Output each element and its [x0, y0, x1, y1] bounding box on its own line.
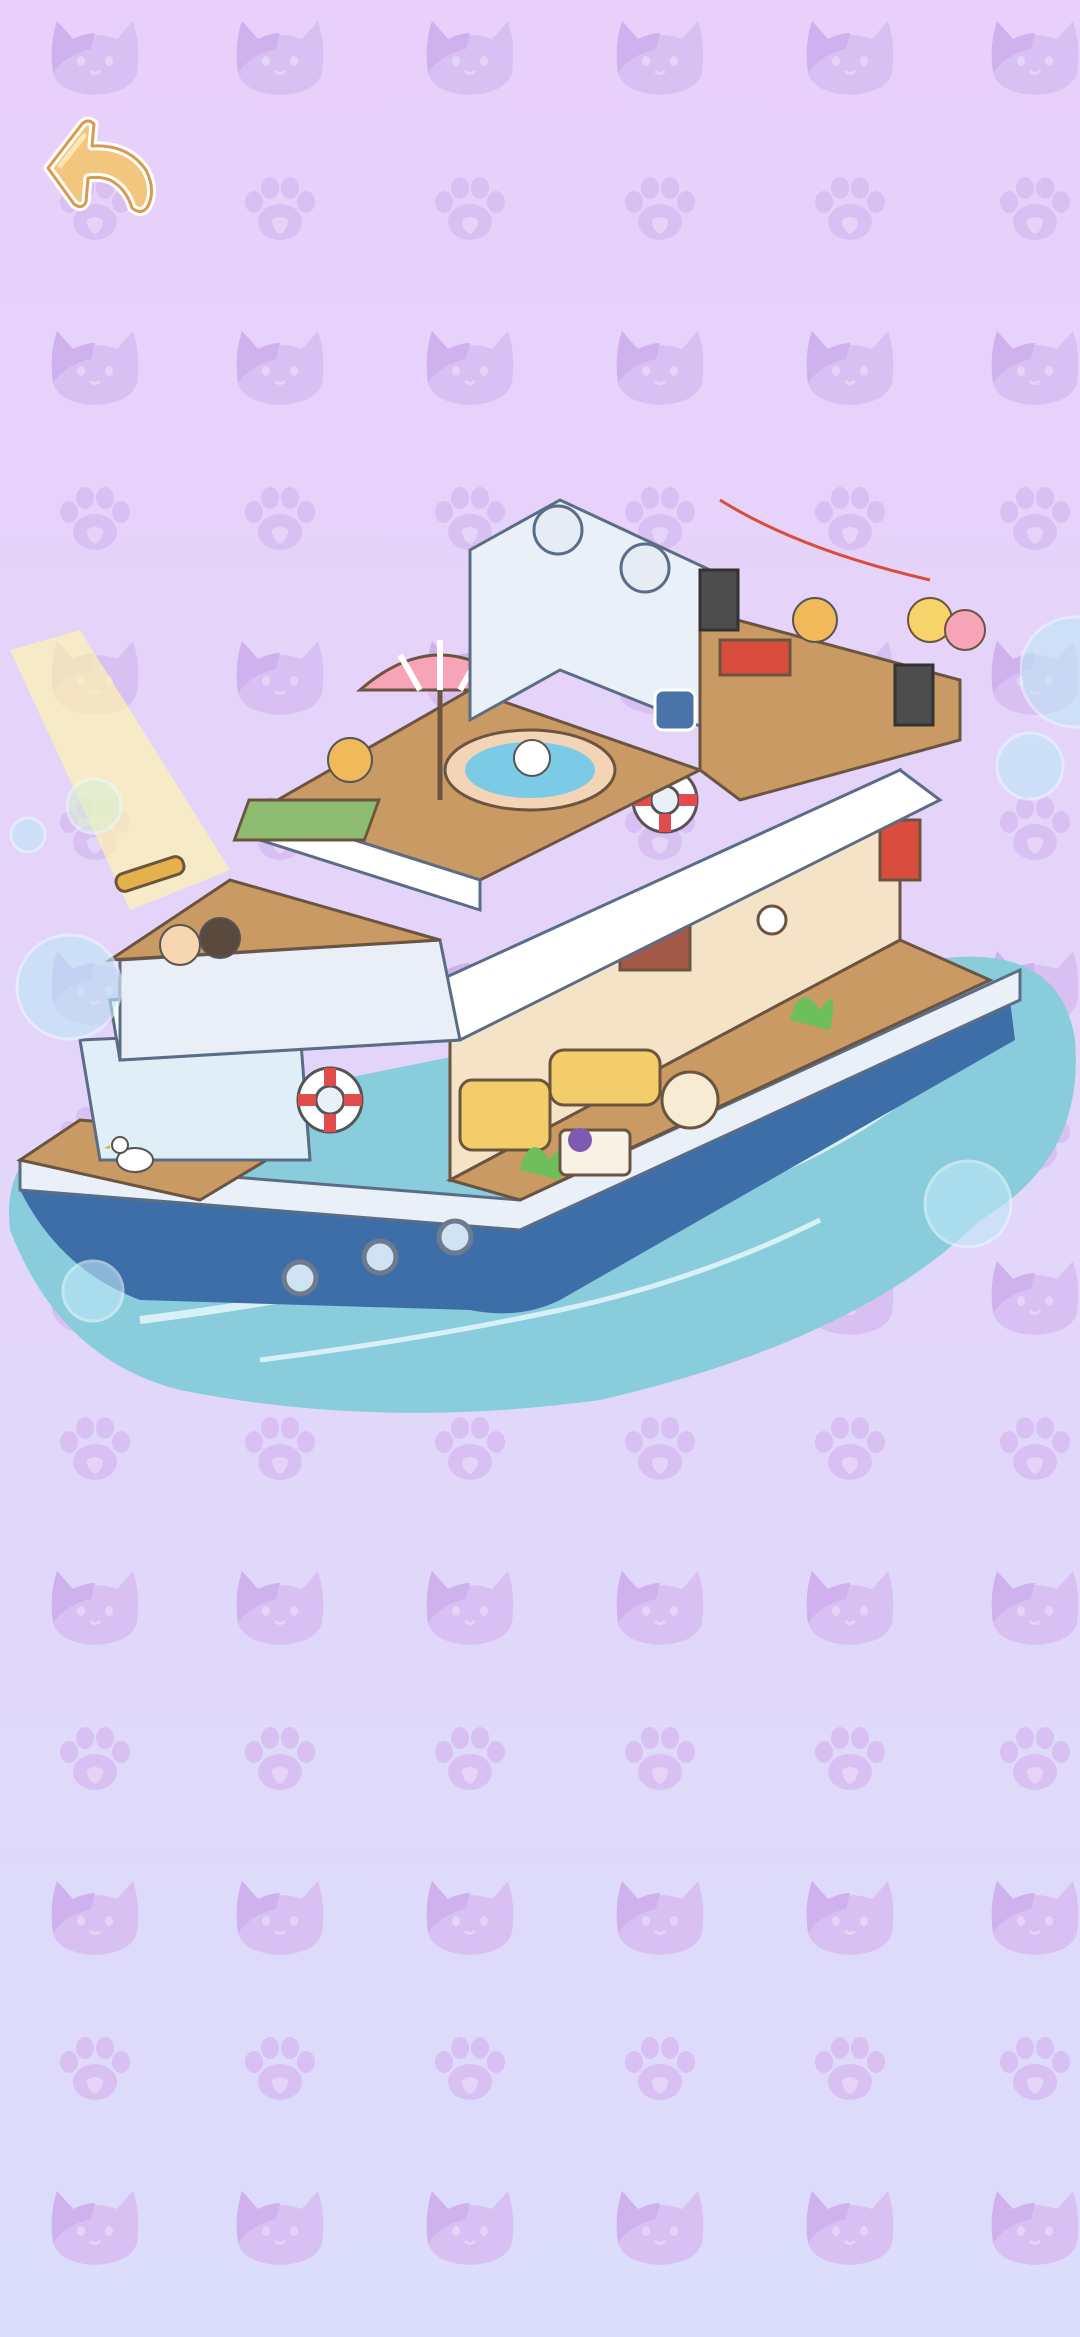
soap-bubble	[9, 816, 47, 854]
cat-face-icon	[425, 2189, 515, 2267]
cat-face-icon	[425, 329, 515, 407]
cat-face-icon	[990, 1879, 1080, 1957]
paw-print-icon	[625, 2037, 695, 2100]
cat-face-icon	[990, 1569, 1080, 1647]
soap-bubble	[15, 933, 123, 1041]
soap-bubble	[1020, 615, 1080, 729]
picnic-mat	[232, 798, 382, 842]
cat-face-icon	[235, 329, 325, 407]
cat-face-icon	[425, 1569, 515, 1647]
life-jacket	[878, 818, 922, 882]
back-arrow-icon	[43, 116, 156, 216]
paw-print-icon	[625, 177, 695, 240]
paw-print-icon	[815, 177, 885, 240]
paw-print-icon	[435, 2037, 505, 2100]
cat-face-icon	[990, 19, 1080, 97]
cat-face-icon	[425, 19, 515, 97]
cat-face-icon	[235, 1569, 325, 1647]
cat-face-icon	[615, 1569, 705, 1647]
sofa	[458, 1078, 552, 1152]
dj-cat	[792, 597, 838, 643]
cat-face-icon	[805, 2189, 895, 2267]
grill	[718, 638, 792, 677]
radar-dome	[532, 504, 584, 556]
orange-cat	[327, 737, 373, 783]
radar-dome	[619, 542, 671, 594]
cat-face-icon	[990, 2189, 1080, 2267]
cat-emblem	[653, 688, 697, 732]
soap-bubble	[923, 1159, 1013, 1249]
back-button[interactable]	[30, 110, 160, 225]
soap-bubble	[61, 1259, 125, 1323]
cat-face-icon	[235, 19, 325, 97]
cat-face-icon	[990, 329, 1080, 407]
paw-print-icon	[60, 2037, 130, 2100]
speaker	[893, 663, 935, 727]
cat-face-icon	[235, 1879, 325, 1957]
cat-face-icon	[615, 329, 705, 407]
paw-print-icon	[435, 1727, 505, 1790]
speaker	[698, 568, 740, 632]
soap-bubble	[995, 731, 1065, 801]
paw-print-icon	[245, 2037, 315, 2100]
paw-print-icon	[1000, 177, 1070, 240]
round-table	[660, 1070, 720, 1130]
paw-print-icon	[625, 1727, 695, 1790]
paw-print-icon	[245, 1727, 315, 1790]
boat-scene[interactable]	[0, 440, 1080, 1440]
cat-face-icon	[805, 1569, 895, 1647]
life-ring	[296, 1066, 364, 1134]
cat-face-icon	[805, 1879, 895, 1957]
party-bunting	[719, 498, 931, 582]
paw-print-icon	[245, 177, 315, 240]
white-cat	[513, 739, 551, 777]
wall-clock	[756, 904, 788, 936]
spotlight-beam	[10, 630, 230, 910]
cat-face-icon	[50, 19, 140, 97]
cat-face-icon	[805, 329, 895, 407]
vinyl-record	[568, 1128, 592, 1152]
sofa	[548, 1048, 662, 1107]
paw-print-icon	[60, 1727, 130, 1790]
cat-face-icon	[50, 1569, 140, 1647]
porthole	[281, 1259, 319, 1297]
paw-print-icon	[435, 177, 505, 240]
cat-face-icon	[50, 329, 140, 407]
paw-print-icon	[1000, 2037, 1070, 2100]
balloon	[944, 609, 986, 651]
paw-print-icon	[815, 2037, 885, 2100]
cat-face-icon	[50, 1879, 140, 1957]
paw-print-icon	[1000, 1727, 1070, 1790]
porthole	[361, 1238, 399, 1276]
cat-face-icon	[235, 2189, 325, 2267]
cat-face-icon	[50, 2189, 140, 2267]
soap-bubble	[65, 777, 123, 835]
porthole	[436, 1218, 474, 1256]
paw-print-icon	[815, 1727, 885, 1790]
cat-face-icon	[425, 1879, 515, 1957]
cat-face-icon	[615, 2189, 705, 2267]
cat-face-icon	[615, 1879, 705, 1957]
cat-face-icon	[615, 19, 705, 97]
cat-face-icon	[805, 19, 895, 97]
